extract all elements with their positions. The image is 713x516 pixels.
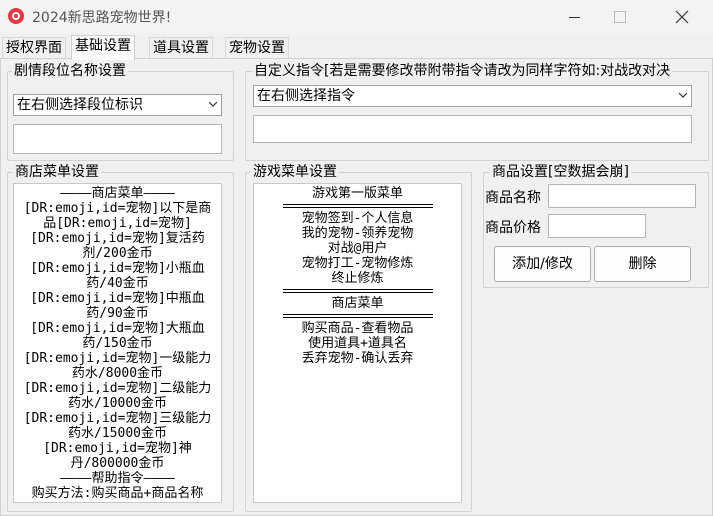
window-title: 2024新思路宠物世界! xyxy=(32,10,172,26)
item-name-label: 商品名称 xyxy=(485,190,541,206)
minimize-icon xyxy=(568,16,580,18)
chevron-down-icon xyxy=(679,92,687,98)
app-icon xyxy=(8,8,24,24)
title-bar: 2024新思路宠物世界! xyxy=(0,0,713,34)
maximize-icon xyxy=(614,11,626,23)
rank-group-legend: 剧情段位名称设置 xyxy=(12,62,128,80)
shop-line: ————商店菜单———— xyxy=(60,186,175,201)
command-select-value: 在右侧选择指令 xyxy=(257,88,355,104)
close-button[interactable] xyxy=(659,0,705,34)
shop-line: [DR:emoji,id=宠物]一级能力药水/8000金币 xyxy=(23,351,212,381)
game-menu-line: 终止修炼 xyxy=(331,271,384,286)
shop-line: [DR:emoji,id=宠物]复活药剂/200金币 xyxy=(30,231,205,261)
rank-select-value: 在右侧选择段位标识 xyxy=(17,97,143,113)
command-group-legend: 自定义指令[若是需要修改带附带指令请改为同样字符如:对战改对决 xyxy=(252,62,673,80)
shop-line: ————帮助指令———— xyxy=(60,471,175,486)
command-input[interactable] xyxy=(253,115,692,143)
item-group-legend: 商品设置[空数据会崩] xyxy=(490,163,631,181)
shop-line: [DR:emoji,id=宠物]二级能力药水/10000金币 xyxy=(23,381,212,411)
game-menu-title: 游戏第一版菜单 xyxy=(311,186,403,201)
tab-content: 剧情段位名称设置 在右侧选择段位标识 自定义指令[若是需要修改带附带指令请改为同… xyxy=(0,58,713,516)
game-menu-line: 丢弃宠物-确认丢弃 xyxy=(301,351,414,366)
shop-line: [DR:emoji,id=宠物]中瓶血药/90金币 xyxy=(30,291,205,321)
maximize-button[interactable] xyxy=(597,0,643,34)
delete-button[interactable]: 删除 xyxy=(594,246,691,282)
game-menu-line: 购买商品-查看物品 xyxy=(301,321,414,336)
item-price-label: 商品价格 xyxy=(485,220,541,236)
shop-line: [DR:emoji,id=宠物]以下是商品[DR:emoji,id=宠物] xyxy=(23,201,212,231)
item-name-input[interactable] xyxy=(548,184,696,208)
game-menu-line: 我的宠物-领养宠物 xyxy=(301,226,414,241)
tab-basic-settings[interactable]: 基础设置 xyxy=(71,35,135,60)
game-menu-line: 宠物签到-个人信息 xyxy=(301,211,414,226)
game-menu-line: 使用道具+道具名 xyxy=(308,336,407,351)
game-menu-line: 宠物打工-宠物修炼 xyxy=(301,256,414,271)
shop-line: [DR:emoji,id=宠物]神丹/800000金币 xyxy=(43,441,192,471)
shop-line: [DR:emoji,id=宠物]三级能力药水/15000金币 xyxy=(23,411,212,441)
game-group-legend: 游戏菜单设置 xyxy=(251,163,339,181)
chevron-down-icon xyxy=(209,101,217,107)
tab-strip: 授权界面 基础设置 道具设置 宠物设置 xyxy=(0,35,713,60)
rank-name-input[interactable] xyxy=(13,124,222,154)
tab-pet-settings[interactable]: 宠物设置 xyxy=(225,37,289,58)
separator xyxy=(282,289,433,293)
tab-auth[interactable]: 授权界面 xyxy=(2,37,66,58)
separator xyxy=(282,204,433,208)
separator xyxy=(282,314,433,318)
tab-item-settings[interactable]: 道具设置 xyxy=(149,37,213,58)
shop-menu-textarea[interactable]: ————商店菜单———— [DR:emoji,id=宠物]以下是商品[DR:em… xyxy=(13,183,222,503)
minimize-button[interactable] xyxy=(551,0,597,34)
game-menu-textarea[interactable]: 游戏第一版菜单 宠物签到-个人信息 我的宠物-领养宠物 对战@用户 宠物打工-宠… xyxy=(253,183,462,503)
shop-line: [DR:emoji,id=宠物]大瓶血药/150金币 xyxy=(30,321,205,351)
item-price-input[interactable] xyxy=(548,214,646,238)
command-select[interactable]: 在右侧选择指令 xyxy=(253,85,692,107)
game-menu-line: 对战@用户 xyxy=(327,241,388,256)
shop-menu-title: 商店菜单 xyxy=(331,296,384,311)
shop-line: [DR:emoji,id=宠物]小瓶血药/40金币 xyxy=(30,261,205,291)
rank-select[interactable]: 在右侧选择段位标识 xyxy=(13,94,222,116)
shop-group-legend: 商店菜单设置 xyxy=(13,163,101,181)
close-icon xyxy=(675,10,689,24)
add-modify-button[interactable]: 添加/修改 xyxy=(494,246,591,282)
shop-line: 购买方法:购买商品+商品名称 xyxy=(31,486,204,501)
